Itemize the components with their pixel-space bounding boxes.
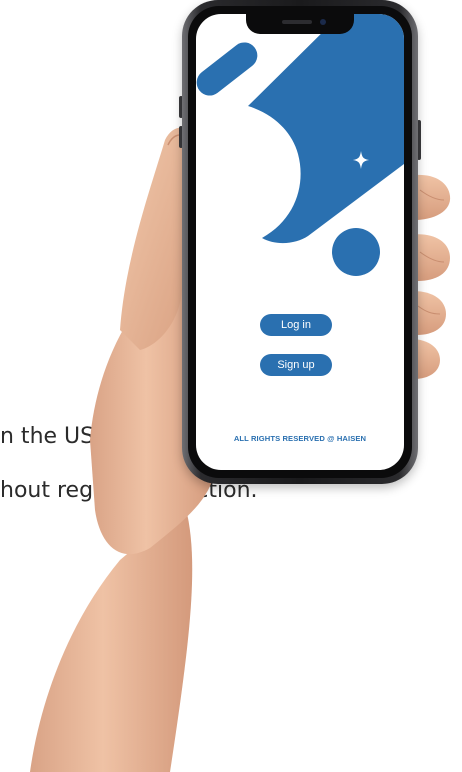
speaker-icon bbox=[282, 20, 312, 24]
phone-screen: Log in Sign up ALL RIGHTS RESERVED @ HAI… bbox=[196, 14, 404, 470]
splash-artwork bbox=[196, 14, 404, 276]
photo-stage: n the US.) hout region destriction. bbox=[0, 0, 462, 772]
camera-icon bbox=[320, 19, 326, 25]
phone-notch bbox=[246, 14, 354, 34]
copyright-footer: ALL RIGHTS RESERVED @ HAISEN bbox=[233, 434, 367, 443]
pill-shape bbox=[196, 42, 258, 96]
login-button[interactable]: Log in bbox=[260, 314, 332, 336]
signup-button[interactable]: Sign up bbox=[260, 354, 332, 376]
diagonal-band-shape bbox=[248, 14, 404, 244]
circle-shape bbox=[332, 228, 380, 276]
smartphone: Log in Sign up ALL RIGHTS RESERVED @ HAI… bbox=[179, 0, 421, 484]
